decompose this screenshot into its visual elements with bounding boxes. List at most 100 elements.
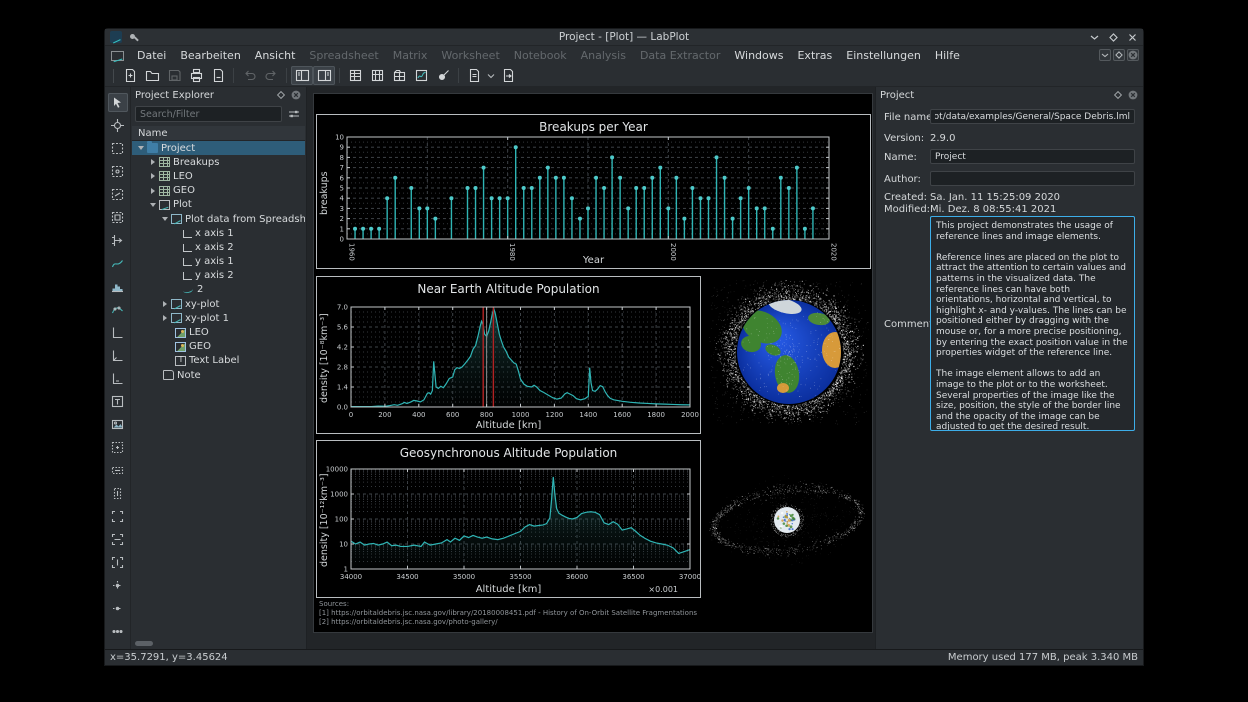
worksheet[interactable]: Breakups per Year breakups Year Near Ear… <box>313 93 873 633</box>
expander-icon[interactable] <box>161 215 169 223</box>
comment-textarea[interactable]: This project demonstrates the usage of r… <box>930 216 1135 431</box>
tree-item-geo-spreadsheet[interactable]: GEO <box>132 184 305 198</box>
expander-icon[interactable] <box>149 172 157 180</box>
add-axis-top-icon[interactable] <box>108 369 128 388</box>
near-earth-chart-canvas[interactable] <box>317 277 700 433</box>
import-file-icon[interactable] <box>497 66 519 85</box>
menu-ansicht[interactable]: Ansicht <box>248 48 303 63</box>
add-image-icon[interactable] <box>108 415 128 434</box>
tree-item-leo-image[interactable]: LEO <box>132 325 305 339</box>
add-xy-curve-icon[interactable] <box>108 254 128 273</box>
new-data-picker-icon[interactable] <box>432 66 454 85</box>
toolbar-grip[interactable] <box>113 69 115 83</box>
new-workbook-icon[interactable] <box>388 66 410 85</box>
expander-icon[interactable] <box>161 314 169 322</box>
tree-item-geo-image[interactable]: GEO <box>132 340 305 354</box>
tree-item-x-axis-1[interactable]: x axis 1 <box>132 226 305 240</box>
close-panel-icon[interactable] <box>290 89 302 101</box>
add-cartesian-plot-icon[interactable] <box>108 162 128 181</box>
tree-item-curve-2[interactable]: 2 <box>132 283 305 297</box>
tree-item-breakups[interactable]: Breakups <box>132 155 305 169</box>
navigate-icon[interactable] <box>108 116 128 135</box>
tree-item-leo-spreadsheet[interactable]: LEO <box>132 169 305 183</box>
scale-auto-x-icon[interactable] <box>108 530 128 549</box>
minimize-icon[interactable] <box>1090 33 1099 42</box>
leo-debris-image[interactable] <box>709 280 869 425</box>
tree-item-note[interactable]: Note <box>132 368 305 382</box>
scale-auto-icon[interactable] <box>108 507 128 526</box>
add-text-label-icon[interactable] <box>108 392 128 411</box>
mdi-minimize-icon[interactable] <box>1099 49 1111 61</box>
float-panel-icon[interactable] <box>275 89 287 101</box>
add-axis-bottom-icon[interactable] <box>108 323 128 342</box>
scale-auto-y-icon[interactable] <box>108 553 128 572</box>
zoom-in-icon[interactable] <box>108 576 128 595</box>
plot-near-earth[interactable]: Near Earth Altitude Population density [… <box>316 276 701 434</box>
menu-windows[interactable]: Windows <box>727 48 790 63</box>
toggle-project-explorer-icon[interactable] <box>291 66 313 85</box>
new-notebook-icon[interactable] <box>463 66 485 85</box>
expander-icon[interactable] <box>161 300 169 308</box>
title-bar[interactable]: Project - [Plot] — LabPlot <box>105 29 1143 46</box>
add-axis-icon[interactable] <box>108 231 128 250</box>
expander-icon[interactable] <box>137 144 145 152</box>
print-icon[interactable] <box>185 66 207 85</box>
zoom-select-y-icon[interactable] <box>108 484 128 503</box>
filter-options-icon[interactable] <box>286 106 302 122</box>
new-notebook-dropdown-icon[interactable] <box>485 66 497 85</box>
geo-debris-image[interactable] <box>702 456 872 591</box>
close-panel-icon[interactable] <box>1127 89 1139 101</box>
new-matrix-icon[interactable] <box>366 66 388 85</box>
child-window-icon[interactable] <box>111 51 124 61</box>
open-project-icon[interactable] <box>141 66 163 85</box>
mdi-restore-icon[interactable] <box>1113 49 1125 61</box>
maximize-icon[interactable] <box>1109 33 1118 42</box>
zoom-select-region-icon[interactable] <box>108 438 128 457</box>
new-spreadsheet-icon[interactable] <box>344 66 366 85</box>
menu-bearbeiten[interactable]: Bearbeiten <box>173 48 247 63</box>
project-explorer-header[interactable]: Project Explorer <box>131 87 306 103</box>
add-cartesian-plot-2-icon[interactable] <box>108 185 128 204</box>
tree-item-xy-plot[interactable]: xy-plot <box>132 297 305 311</box>
select-and-edit-icon[interactable] <box>108 93 128 112</box>
tree-item-plot-worksheet[interactable]: Plot <box>132 198 305 212</box>
file-name-input[interactable] <box>930 109 1135 124</box>
menu-hilfe[interactable]: Hilfe <box>928 48 967 63</box>
add-axis-left-icon[interactable] <box>108 346 128 365</box>
select-and-zoom-icon[interactable] <box>108 139 128 158</box>
mdi-close-icon[interactable] <box>1127 49 1139 61</box>
shift-curves-icon[interactable] <box>108 622 128 641</box>
float-panel-icon[interactable] <box>1112 89 1124 101</box>
plot-breakups[interactable]: Breakups per Year breakups Year <box>316 114 871 269</box>
toggle-properties-panel-icon[interactable] <box>313 66 335 85</box>
tree-item-x-axis-2[interactable]: x axis 2 <box>132 240 305 254</box>
properties-header[interactable]: Project <box>876 87 1143 103</box>
horizontal-scrollbar[interactable] <box>135 641 153 646</box>
new-plot-icon[interactable] <box>410 66 432 85</box>
add-histogram-icon[interactable] <box>108 277 128 296</box>
zoom-out-icon[interactable] <box>108 599 128 618</box>
author-input[interactable] <box>930 171 1135 186</box>
expander-icon[interactable] <box>149 158 157 166</box>
add-fit-curve-icon[interactable] <box>108 300 128 319</box>
menu-datei[interactable]: Datei <box>130 48 173 63</box>
zoom-select-x-icon[interactable] <box>108 461 128 480</box>
expander-icon[interactable] <box>149 201 157 209</box>
menu-einstellungen[interactable]: Einstellungen <box>839 48 928 63</box>
geo-chart-canvas[interactable] <box>317 441 700 597</box>
tree-item-xy-plot-1[interactable]: xy-plot 1 <box>132 311 305 325</box>
tree-column-header[interactable]: Name <box>132 126 305 141</box>
close-icon[interactable] <box>1128 33 1137 42</box>
breakups-chart-canvas[interactable] <box>317 115 870 268</box>
plot-geosynchronous[interactable]: Geosynchronous Altitude Population densi… <box>316 440 701 598</box>
expander-icon[interactable] <box>149 187 157 195</box>
tree-item-y-axis-1[interactable]: y axis 1 <box>132 255 305 269</box>
new-project-icon[interactable] <box>119 66 141 85</box>
name-input[interactable] <box>930 149 1135 164</box>
search-input[interactable] <box>135 106 282 122</box>
tree-item-y-axis-2[interactable]: y axis 2 <box>132 269 305 283</box>
tree-item-plot-data-from-spreadsheet[interactable]: Plot data from Spreadsheet <box>132 212 305 226</box>
tree-item-text-label[interactable]: Text Label <box>132 354 305 368</box>
add-cartesian-plot-3-icon[interactable] <box>108 208 128 227</box>
tree-item-project[interactable]: Project <box>132 141 305 155</box>
